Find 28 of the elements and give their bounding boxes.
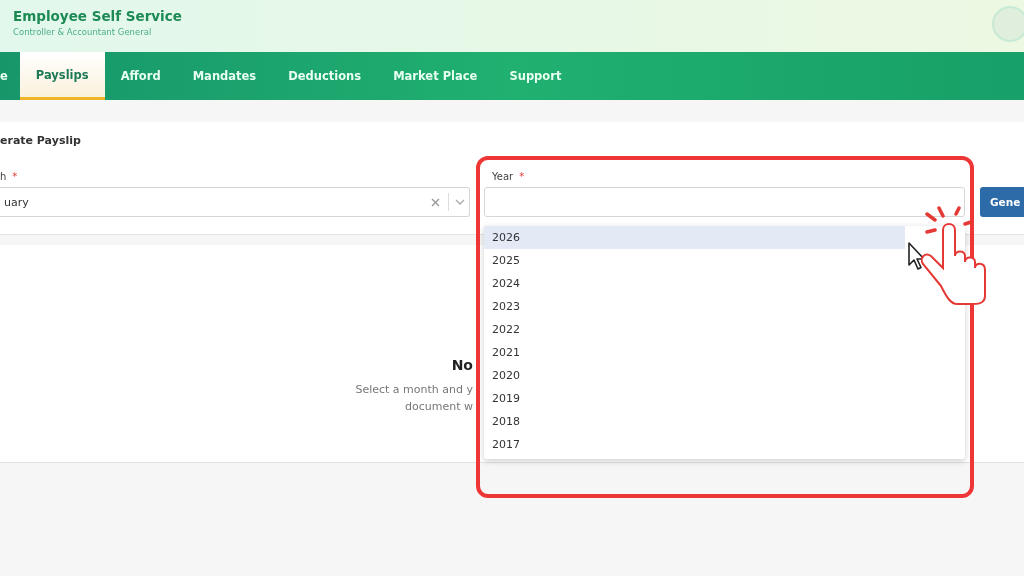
required-mark: *	[519, 171, 525, 182]
app-title: Employee Self Service	[13, 8, 183, 24]
year-option[interactable]: 2018	[484, 410, 905, 433]
field-label: Year	[492, 171, 514, 182]
year-option[interactable]: 2024	[484, 272, 905, 295]
year-option[interactable]: 2022	[484, 318, 905, 341]
empty-message: document w	[405, 399, 473, 415]
year-option[interactable]: 2019	[484, 387, 905, 410]
nav-tab[interactable]: e	[0, 52, 20, 100]
year-option[interactable]: 2020	[484, 364, 905, 387]
year-option[interactable]: 2017	[484, 433, 905, 456]
chevron-icon[interactable]	[455, 199, 465, 205]
generate-button[interactable]: Gene	[980, 187, 1024, 217]
year-option[interactable]: 2021	[484, 341, 905, 364]
year-select[interactable]	[484, 187, 965, 217]
year-option[interactable]: 2023	[484, 295, 905, 318]
empty-title: No	[451, 357, 473, 373]
year-option[interactable]: 2026	[484, 226, 905, 249]
card-title: erate Payslip	[0, 134, 82, 147]
app-subtitle: Controller & Accountant General	[13, 27, 153, 37]
field-label: h	[0, 171, 7, 182]
avatar-icon[interactable]	[992, 6, 1024, 42]
required-mark: *	[12, 171, 18, 182]
clear-icon[interactable]	[431, 197, 440, 207]
nav-tab[interactable]: Payslips	[19, 52, 105, 100]
empty-message: Select a month and y	[355, 382, 473, 398]
month-select[interactable]: uary	[0, 187, 470, 217]
year-option[interactable]: 2025	[484, 249, 905, 272]
